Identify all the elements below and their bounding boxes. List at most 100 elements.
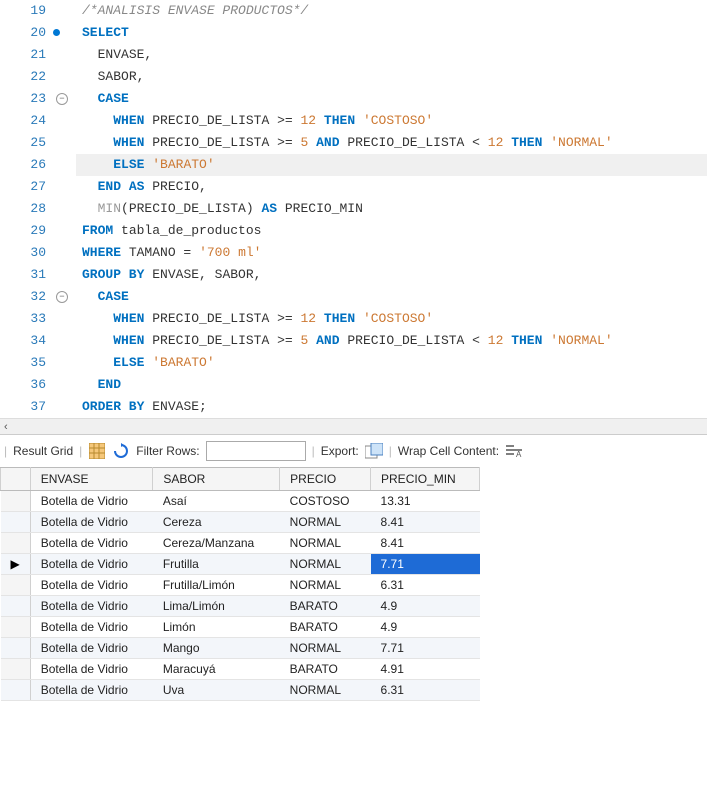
grid-cell[interactable]: Frutilla [153,554,280,575]
code-line[interactable]: /*ANALISIS ENVASE PRODUCTOS*/ [76,0,707,22]
fold-toggle[interactable]: − [56,291,68,303]
grid-cell[interactable]: NORMAL [280,554,371,575]
export-icon[interactable] [365,442,383,460]
grid-cell[interactable]: 6.31 [371,680,480,701]
line-number: 26 [0,154,46,176]
code-line[interactable]: ORDER BY ENVASE; [76,396,707,418]
horizontal-scrollbar[interactable]: ‹ [0,418,707,434]
table-row[interactable]: Botella de VidrioMangoNORMAL7.71 [1,638,480,659]
row-header[interactable] [1,512,31,533]
code-line[interactable]: GROUP BY ENVASE, SABOR, [76,264,707,286]
table-row[interactable]: Botella de VidrioCerezaNORMAL8.41 [1,512,480,533]
grid-cell[interactable]: Botella de Vidrio [30,617,153,638]
grid-cell[interactable]: Botella de Vidrio [30,638,153,659]
grid-cell[interactable]: NORMAL [280,575,371,596]
grid-cell[interactable]: 4.9 [371,617,480,638]
row-header[interactable] [1,638,31,659]
grid-cell[interactable]: Mango [153,638,280,659]
grid-cell[interactable]: Botella de Vidrio [30,554,153,575]
row-header[interactable] [1,659,31,680]
code-area[interactable]: /*ANALISIS ENVASE PRODUCTOS*/SELECT ENVA… [76,0,707,418]
code-line[interactable]: WHEN PRECIO_DE_LISTA >= 12 THEN 'COSTOSO… [76,110,707,132]
row-header[interactable] [1,680,31,701]
grid-cell[interactable]: BARATO [280,596,371,617]
row-header[interactable] [1,533,31,554]
code-line[interactable]: WHERE TAMANO = '700 ml' [76,242,707,264]
code-line[interactable]: WHEN PRECIO_DE_LISTA >= 5 AND PRECIO_DE_… [76,132,707,154]
code-line[interactable]: WHEN PRECIO_DE_LISTA >= 12 THEN 'COSTOSO… [76,308,707,330]
scroll-left-arrow[interactable]: ‹ [0,421,8,433]
grid-cell[interactable]: 4.91 [371,659,480,680]
grid-cell[interactable]: COSTOSO [280,491,371,512]
grid-body[interactable]: Botella de VidrioAsaíCOSTOSO13.31Botella… [1,491,480,701]
fold-toggle[interactable]: − [56,93,68,105]
table-row[interactable]: Botella de VidrioLimónBARATO4.9 [1,617,480,638]
grid-cell[interactable]: NORMAL [280,638,371,659]
row-header[interactable] [1,596,31,617]
code-line[interactable]: MIN(PRECIO_DE_LISTA) AS PRECIO_MIN [76,198,707,220]
fold-column[interactable]: −− [54,0,76,418]
code-line[interactable]: END [76,374,707,396]
row-header[interactable]: ▶ [1,554,31,575]
code-line[interactable]: ELSE 'BARATO' [76,352,707,374]
refresh-icon[interactable] [112,442,130,460]
grid-cell[interactable]: Botella de Vidrio [30,575,153,596]
column-header[interactable]: ENVASE [30,468,153,491]
table-row[interactable]: Botella de VidrioMaracuyáBARATO4.91 [1,659,480,680]
row-header[interactable] [1,617,31,638]
table-row[interactable]: ▶Botella de VidrioFrutillaNORMAL7.71 [1,554,480,575]
grid-cell[interactable]: 7.71 [371,554,480,575]
grid-cell[interactable]: Cereza [153,512,280,533]
grid-cell[interactable]: Botella de Vidrio [30,491,153,512]
grid-cell[interactable]: 8.41 [371,512,480,533]
grid-cell[interactable]: 13.31 [371,491,480,512]
code-line[interactable]: SELECT [76,22,707,44]
grid-cell[interactable]: NORMAL [280,533,371,554]
code-line[interactable]: END AS PRECIO, [76,176,707,198]
grid-cell[interactable]: Cereza/Manzana [153,533,280,554]
grid-cell[interactable]: Lima/Limón [153,596,280,617]
table-row[interactable]: Botella de VidrioUvaNORMAL6.31 [1,680,480,701]
table-row[interactable]: Botella de VidrioLima/LimónBARATO4.9 [1,596,480,617]
grid-cell[interactable]: BARATO [280,659,371,680]
separator: | [389,444,392,458]
code-line[interactable]: WHEN PRECIO_DE_LISTA >= 5 AND PRECIO_DE_… [76,330,707,352]
table-row[interactable]: Botella de VidrioAsaíCOSTOSO13.31 [1,491,480,512]
row-header[interactable] [1,491,31,512]
grid-cell[interactable]: NORMAL [280,512,371,533]
grid-cell[interactable]: Botella de Vidrio [30,533,153,554]
code-line[interactable]: SABOR, [76,66,707,88]
table-row[interactable]: Botella de VidrioFrutilla/LimónNORMAL6.3… [1,575,480,596]
code-line[interactable]: CASE [76,286,707,308]
grid-cell[interactable]: 4.9 [371,596,480,617]
grid-view-icon[interactable] [88,442,106,460]
grid-cell[interactable]: Asaí [153,491,280,512]
column-header[interactable]: PRECIO [280,468,371,491]
grid-cell[interactable]: 6.31 [371,575,480,596]
grid-cell[interactable]: BARATO [280,617,371,638]
grid-cell[interactable]: Frutilla/Limón [153,575,280,596]
grid-cell[interactable]: Botella de Vidrio [30,596,153,617]
grid-cell[interactable]: Uva [153,680,280,701]
filter-rows-input[interactable] [206,441,306,461]
grid-cell[interactable]: Botella de Vidrio [30,512,153,533]
code-line[interactable]: CASE [76,88,707,110]
grid-cell[interactable]: 7.71 [371,638,480,659]
grid-cell[interactable]: Botella de Vidrio [30,659,153,680]
wrap-cell-icon[interactable]: A [505,442,523,460]
sql-editor[interactable]: 19202122232425262728293031323334353637 −… [0,0,707,418]
column-header[interactable]: SABOR [153,468,280,491]
row-header[interactable] [1,575,31,596]
grid-cell[interactable]: Limón [153,617,280,638]
code-line[interactable]: ENVASE, [76,44,707,66]
code-line[interactable]: FROM tabla_de_productos [76,220,707,242]
grid-cell[interactable]: Maracuyá [153,659,280,680]
grid-cell[interactable]: 8.41 [371,533,480,554]
result-grid-label[interactable]: Result Grid [13,444,73,458]
code-line[interactable]: ELSE 'BARATO' [76,154,707,176]
grid-cell[interactable]: Botella de Vidrio [30,680,153,701]
result-grid[interactable]: ENVASESABORPRECIOPRECIO_MIN Botella de V… [0,467,480,701]
grid-cell[interactable]: NORMAL [280,680,371,701]
table-row[interactable]: Botella de VidrioCereza/ManzanaNORMAL8.4… [1,533,480,554]
column-header[interactable]: PRECIO_MIN [371,468,480,491]
